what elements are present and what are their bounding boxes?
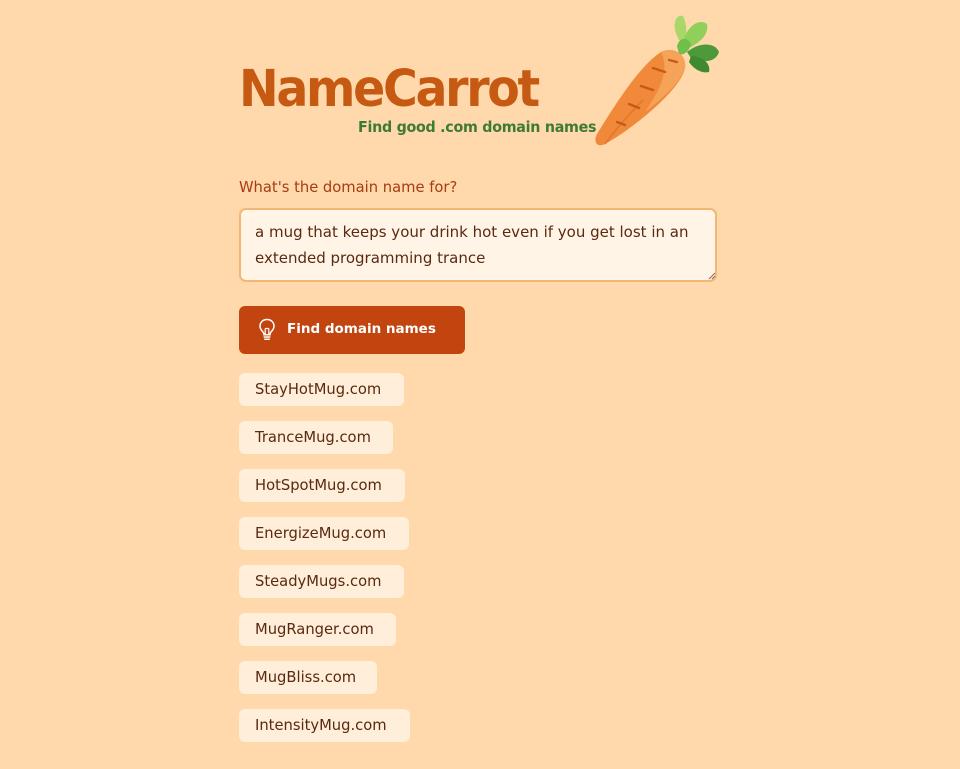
domain-result-item: MugRanger.com	[239, 613, 410, 646]
find-domain-names-button[interactable]: Find domain names	[239, 306, 465, 354]
domain-result-chip[interactable]: MugRanger.com	[239, 613, 397, 646]
domain-result-chip[interactable]: HotSpotMug.com	[239, 469, 405, 502]
domain-prompt-label: What's the domain name for?	[239, 178, 458, 196]
domain-result-text: StayHotMug.com	[255, 380, 382, 398]
description-input[interactable]: a mug that keeps your drink hot even if …	[239, 208, 717, 282]
domain-result-text: MugBliss.com	[255, 668, 357, 686]
resize-handle-icon[interactable]	[708, 272, 716, 280]
domain-result-item: StayHotMug.com	[239, 373, 410, 406]
domain-result-chip[interactable]: TranceMug.com	[239, 421, 394, 454]
domain-result-text: IntensityMug.com	[255, 716, 387, 734]
domain-result-chip[interactable]: StayHotMug.com	[239, 373, 404, 406]
domain-result-text: MugRanger.com	[255, 620, 374, 638]
domain-result-item: MugBliss.com	[239, 661, 410, 694]
domain-result-chip[interactable]: IntensityMug.com	[239, 709, 410, 742]
lightbulb-icon	[259, 318, 275, 341]
logo-tagline: Find good .com domain names	[358, 118, 597, 136]
carrot-icon	[595, 15, 719, 146]
domain-result-text: TranceMug.com	[255, 428, 371, 446]
domain-result-item: IntensityMug.com	[239, 709, 410, 742]
domain-results-list: StayHotMug.com TranceMug.com HotSpotMug.…	[239, 373, 410, 757]
domain-result-text: EnergizeMug.com	[255, 524, 387, 542]
find-domain-names-label: Find domain names	[287, 321, 436, 337]
logo-wordmark: NameCarrot	[239, 60, 540, 119]
domain-result-item: SteadyMugs.com	[239, 565, 410, 598]
domain-result-chip[interactable]: SteadyMugs.com	[239, 565, 405, 598]
domain-result-item: EnergizeMug.com	[239, 517, 410, 550]
page: NameCarrot Find good .com domain names W…	[0, 0, 960, 769]
domain-result-chip[interactable]: EnergizeMug.com	[239, 517, 410, 550]
domain-result-text: HotSpotMug.com	[255, 476, 382, 494]
logo[interactable]: NameCarrot Find good .com domain names	[239, 12, 721, 147]
domain-result-text: SteadyMugs.com	[255, 572, 382, 590]
domain-result-chip[interactable]: MugBliss.com	[239, 661, 378, 694]
domain-result-item: HotSpotMug.com	[239, 469, 410, 502]
domain-result-item: TranceMug.com	[239, 421, 410, 454]
